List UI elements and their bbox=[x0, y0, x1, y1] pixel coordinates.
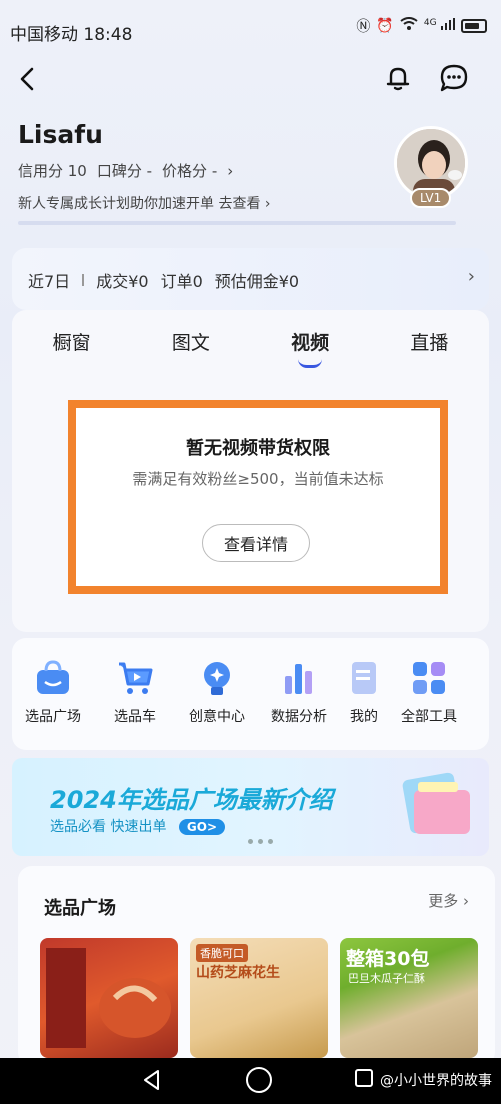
wifi-icon bbox=[400, 17, 418, 35]
empty-title: 暂无视频带货权限 bbox=[186, 438, 330, 459]
picks-card: 选品广场 更多 › 香脆可口 山药芝麻花生 整箱30包 巴旦木瓜子仁酥 bbox=[18, 866, 495, 1066]
profile-scores[interactable]: 信用分 10 口碑分 - 价格分 - › bbox=[18, 160, 233, 181]
back-arrow-icon[interactable] bbox=[14, 64, 44, 94]
product-subtitle: 巴旦木瓜子仁酥 bbox=[348, 972, 425, 985]
product-card[interactable]: 整箱30包 巴旦木瓜子仁酥 bbox=[340, 938, 478, 1058]
tab-showcase[interactable]: 橱窗 bbox=[22, 320, 122, 370]
tool-label: 我的 bbox=[350, 709, 378, 725]
stats-orders: 订单0 bbox=[160, 272, 203, 291]
stats-period: 近7日 bbox=[28, 272, 71, 291]
carousel-dot bbox=[258, 839, 263, 844]
watermark: @小小世界的故事 bbox=[380, 1073, 492, 1089]
no-permission-box: 暂无视频带货权限 需满足有效粉丝≥500，当前值未达标 查看详情 bbox=[68, 400, 448, 594]
divider bbox=[82, 274, 85, 286]
tabs: 橱窗 图文 视频 直播 bbox=[12, 320, 489, 370]
tool-creative-center[interactable]: 创意中心 bbox=[176, 658, 258, 726]
tool-label: 创意中心 bbox=[189, 709, 245, 725]
status-icons: Ⓝ ⏰ 4G bbox=[356, 16, 487, 36]
system-nav-bar: @小小世界的故事 bbox=[0, 1058, 501, 1104]
chevron-right-icon: › bbox=[227, 161, 234, 180]
reputation-score: 口碑分 - bbox=[96, 162, 153, 180]
status-bar: 中国移动 18:48 Ⓝ ⏰ 4G bbox=[0, 0, 501, 52]
view-details-button[interactable]: 查看详情 bbox=[202, 524, 310, 562]
tool-label: 全部工具 bbox=[401, 709, 457, 725]
tool-label: 选品广场 bbox=[25, 709, 81, 725]
carrier-time: 中国移动 18:48 bbox=[10, 25, 133, 45]
nfc-icon: Ⓝ bbox=[356, 19, 371, 35]
stats-deal: 成交¥0 bbox=[96, 272, 149, 291]
product-card[interactable] bbox=[40, 938, 178, 1058]
folder-illustration-icon bbox=[396, 768, 476, 848]
more-link[interactable]: 更多 › bbox=[428, 890, 469, 911]
go-button[interactable]: GO> bbox=[178, 819, 226, 835]
carousel-dot bbox=[268, 839, 273, 844]
tool-label: 选品车 bbox=[114, 709, 156, 725]
banner-title: 2024年选品广场最新介绍 bbox=[50, 786, 333, 814]
tool-label: 数据分析 bbox=[271, 709, 327, 725]
tool-mine[interactable]: 我的 bbox=[340, 658, 388, 726]
picks-title: 选品广场 bbox=[44, 898, 116, 919]
system-recents-icon[interactable] bbox=[355, 1069, 373, 1087]
tool-all-tools[interactable]: 全部工具 bbox=[388, 658, 470, 726]
grid-icon bbox=[409, 658, 449, 698]
tools-card: 选品广场 选品车 创意中心 数据分析 我的 全部工具 bbox=[12, 638, 489, 750]
content-card: 橱窗 图文 视频 直播 暂无视频带货权限 需满足有效粉丝≥500，当前值未达标 … bbox=[12, 310, 489, 632]
network-label: 4G bbox=[423, 18, 437, 28]
profile-progress-bar bbox=[18, 221, 456, 225]
chevron-right-icon: › bbox=[467, 266, 475, 287]
top-nav bbox=[0, 58, 501, 102]
cart-icon bbox=[115, 658, 155, 698]
product-name: 山药芝麻花生 bbox=[196, 965, 280, 981]
stats-commission: 预估佣金¥0 bbox=[214, 272, 300, 291]
promo-banner[interactable]: 2024年选品广场最新介绍 选品必看 快速出单 GO> bbox=[12, 758, 489, 856]
carousel-dots bbox=[248, 839, 273, 844]
carousel-dot bbox=[248, 839, 253, 844]
price-score: 价格分 - bbox=[162, 162, 218, 180]
system-home-icon[interactable] bbox=[246, 1067, 272, 1093]
tools-row: 选品广场 选品车 创意中心 数据分析 我的 全部工具 bbox=[12, 658, 489, 726]
tab-image-text[interactable]: 图文 bbox=[141, 320, 241, 370]
growth-plan-link[interactable]: 新人专属成长计划助你加速开单 去查看 › bbox=[18, 193, 271, 213]
tool-product-square[interactable]: 选品广场 bbox=[12, 658, 94, 726]
level-badge: LV1 bbox=[410, 188, 452, 208]
product-list: 香脆可口 山药芝麻花生 整箱30包 巴旦木瓜子仁酥 bbox=[40, 938, 478, 1058]
banner-subtitle: 选品必看 快速出单 GO> bbox=[50, 816, 226, 836]
product-headline: 整箱30包 bbox=[346, 948, 430, 970]
alarm-icon: ⏰ bbox=[376, 18, 394, 34]
empty-desc: 需满足有效粉丝≥500，当前值未达标 bbox=[132, 470, 384, 488]
system-back-icon[interactable] bbox=[140, 1068, 164, 1092]
chat-bubble-icon[interactable] bbox=[438, 62, 470, 94]
bar-chart-icon bbox=[279, 658, 319, 698]
profile-name: Lisafu bbox=[18, 120, 103, 149]
shopping-bag-icon bbox=[33, 658, 73, 698]
tool-data-analysis[interactable]: 数据分析 bbox=[258, 658, 340, 726]
product-card[interactable]: 香脆可口 山药芝麻花生 bbox=[190, 938, 328, 1058]
tab-video[interactable]: 视频 bbox=[260, 320, 360, 370]
stats-row: 近7日 成交¥0 订单0 预估佣金¥0 bbox=[28, 268, 299, 292]
tool-product-cart[interactable]: 选品车 bbox=[94, 658, 176, 726]
bell-icon[interactable] bbox=[382, 62, 414, 94]
credit-score: 信用分 10 bbox=[18, 162, 87, 180]
stats-card[interactable]: 近7日 成交¥0 订单0 预估佣金¥0 › bbox=[12, 248, 489, 310]
product-tag: 香脆可口 bbox=[196, 944, 248, 962]
tab-live[interactable]: 直播 bbox=[379, 320, 479, 370]
banner-sub-text: 选品必看 快速出单 bbox=[50, 819, 167, 835]
signal-4g-icon: 4G bbox=[424, 18, 455, 34]
document-icon bbox=[344, 658, 384, 698]
lightbulb-icon bbox=[197, 658, 237, 698]
battery-icon bbox=[461, 19, 487, 33]
